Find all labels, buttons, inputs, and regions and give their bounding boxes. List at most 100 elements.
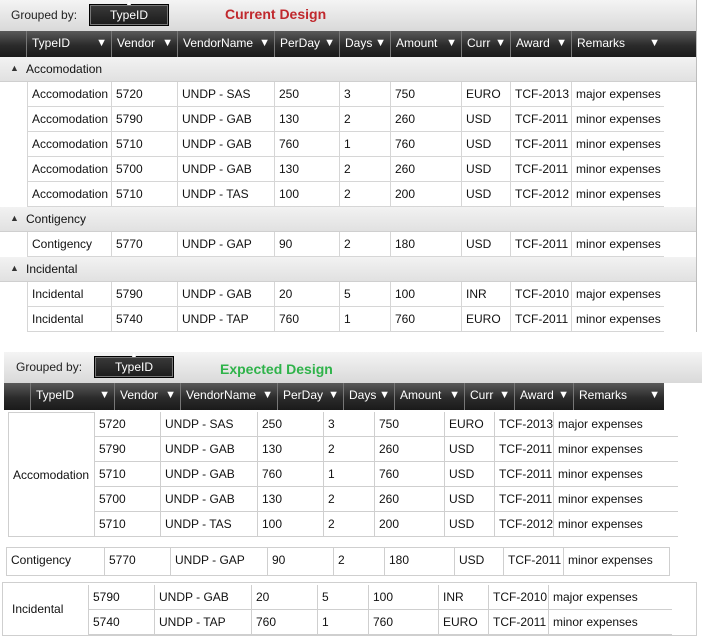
table-row[interactable]: 5710 UNDP - GAB 760 1 760 USD TCF-2011 minor ex… [94,462,678,487]
table-row[interactable]: Accomodation 5790 UNDP - GAB 130 2 260 USD TCF-… [27,107,664,132]
filter-funnel-icon[interactable]: ▼ [449,383,460,408]
cell-curr: INR [461,282,510,306]
group-header-incidental[interactable]: ▲ Incidental [0,257,696,282]
group-header-accomodation[interactable]: ▲ Accomodation [0,57,696,82]
cell-vendorname: UNDP - SAS [177,82,274,106]
column-header-vendor[interactable]: Vendor ▼ [111,31,177,57]
column-header-curr[interactable]: Curr ▼ [464,383,514,410]
filter-funnel-icon[interactable]: ▼ [558,383,569,408]
table-row[interactable]: 5790 UNDP - GAB 20 5 100 INR TCF-2010 major exp… [88,585,672,610]
cell-vendorname: UNDP - TAS [177,182,274,206]
column-header-days[interactable]: Days ▼ [343,383,394,410]
group-indent [0,82,27,207]
cell-amount: 180 [390,232,461,256]
column-header-amount[interactable]: Amount ▼ [390,31,461,57]
filter-funnel-icon[interactable]: ▼ [162,31,173,56]
filter-funnel-icon[interactable]: ▼ [379,383,390,408]
current-design-title: Current Design [225,6,327,22]
cell-curr: INR [438,585,488,609]
group-chip-typeid[interactable]: ▲ TypeID [89,0,169,26]
cell-perday: 90 [267,548,333,575]
column-header-typeid[interactable]: TypeID ▼ [26,31,111,57]
column-header-label: PerDay [283,388,324,402]
column-header-label: Award [520,388,554,402]
cell-vendor: 5710 [94,462,160,486]
cell-vendorname: UNDP - TAP [154,610,251,634]
collapse-chevron-icon[interactable]: ▲ [10,263,19,273]
cell-days: 1 [317,610,368,634]
cell-days: 2 [339,107,390,131]
filter-funnel-icon[interactable]: ▼ [649,383,660,408]
table-row[interactable]: Accomodation 5710 UNDP - TAS 100 2 200 USD TCF-… [27,182,664,207]
filter-funnel-icon[interactable]: ▼ [328,383,339,408]
cell-amount: 750 [374,412,444,436]
column-header-vendorname[interactable]: VendorName ▼ [177,31,274,57]
filter-funnel-icon[interactable]: ▼ [649,31,660,56]
filter-funnel-icon[interactable]: ▼ [446,31,457,56]
filter-funnel-icon[interactable]: ▼ [556,31,567,56]
column-header-curr[interactable]: Curr ▼ [461,31,510,57]
cell-amount: 200 [374,512,444,536]
cell-days: 2 [339,157,390,181]
cell-remarks: minor expenses [563,548,655,575]
table-row[interactable]: 5790 UNDP - GAB 130 2 260 USD TCF-2011 minor ex… [94,437,678,462]
column-header-award[interactable]: Award ▼ [514,383,573,410]
collapse-chevron-icon[interactable]: ▲ [10,63,19,73]
table-row[interactable]: 5700 UNDP - GAB 130 2 260 USD TCF-2011 minor ex… [94,487,678,512]
group-header-contigency[interactable]: ▲ Contigency [0,207,696,232]
table-row[interactable]: Accomodation 5710 UNDP - GAB 760 1 760 USD TCF-… [27,132,664,157]
table-row[interactable]: Contigency 5770 UNDP - GAP 90 2 180 USD TCF-201… [27,232,664,257]
cell-remarks: major expenses [553,412,643,436]
column-header-vendorname[interactable]: VendorName ▼ [180,383,277,410]
cell-vendorname: UNDP - TAP [177,307,274,331]
cell-amount: 260 [390,107,461,131]
column-header-label: VendorName [183,36,254,50]
column-header-label: Days [345,36,373,50]
cell-vendorname: UNDP - GAP [177,232,274,256]
column-header-amount[interactable]: Amount ▼ [394,383,464,410]
column-header-typeid[interactable]: TypeID ▼ [30,383,114,410]
column-header-days[interactable]: Days ▼ [339,31,390,57]
cell-days: 3 [339,82,390,106]
table-row[interactable]: Accomodation 5700 UNDP - GAB 130 2 260 USD TCF-… [27,157,664,182]
column-header-perday[interactable]: PerDay ▼ [274,31,339,57]
column-header-perday[interactable]: PerDay ▼ [277,383,343,410]
cell-typeid: Accomodation [27,82,111,106]
filter-funnel-icon[interactable]: ▼ [259,31,270,56]
column-header-vendor[interactable]: Vendor ▼ [114,383,180,410]
group-chip-typeid[interactable]: ▲ TypeID [94,352,174,378]
filter-funnel-icon[interactable]: ▼ [99,383,110,408]
column-header-label: Amount [400,388,442,402]
cell-remarks: minor expenses [553,462,643,486]
column-header-remarks[interactable]: Remarks ▼ [571,31,664,57]
collapse-chevron-icon[interactable]: ▲ [10,213,19,223]
table-row[interactable]: 5710 UNDP - TAS 100 2 200 USD TCF-2012 minor ex… [94,512,678,537]
column-header-award[interactable]: Award ▼ [510,31,571,57]
cell-amount: 260 [374,437,444,461]
cell-perday: 760 [257,462,323,486]
table-row[interactable]: 5740 UNDP - TAP 760 1 760 EURO TCF-2011 minor e… [88,610,672,635]
cell-curr: USD [461,157,510,181]
filter-funnel-icon[interactable]: ▼ [499,383,510,408]
cell-days: 1 [339,132,390,156]
table-row[interactable]: Incidental 5790 UNDP - GAB 20 5 100 INR TCF-201… [27,282,664,307]
filter-funnel-icon[interactable]: ▼ [324,31,335,56]
cell-remarks: major expenses [571,82,664,106]
cell-remarks: major expenses [571,282,664,306]
filter-funnel-icon[interactable]: ▼ [165,383,176,408]
table-row[interactable]: 5720 UNDP - SAS 250 3 750 EURO TCF-2013 major e… [94,412,678,437]
cell-typeid: Incidental [27,307,111,331]
filter-funnel-icon[interactable]: ▼ [96,31,107,56]
cell-vendorname: UNDP - GAB [154,585,251,609]
filter-funnel-icon[interactable]: ▼ [495,31,506,56]
filter-funnel-icon[interactable]: ▼ [262,383,273,408]
column-header-label: PerDay [280,36,321,50]
table-row[interactable]: 5770 UNDP - GAP 90 2 180 USD TCF-2011 minor exp… [104,548,668,575]
grouped-by-label: Grouped by: [11,8,78,22]
filter-funnel-icon[interactable]: ▼ [375,31,386,56]
table-row[interactable]: Accomodation 5720 UNDP - SAS 250 3 750 EURO TCF… [27,82,664,107]
column-header-remarks[interactable]: Remarks ▼ [573,383,664,410]
table-row[interactable]: Incidental 5740 UNDP - TAP 760 1 760 EURO TCF-2… [27,307,664,332]
cell-curr: USD [444,462,494,486]
cell-award: TCF-2012 [510,182,571,206]
